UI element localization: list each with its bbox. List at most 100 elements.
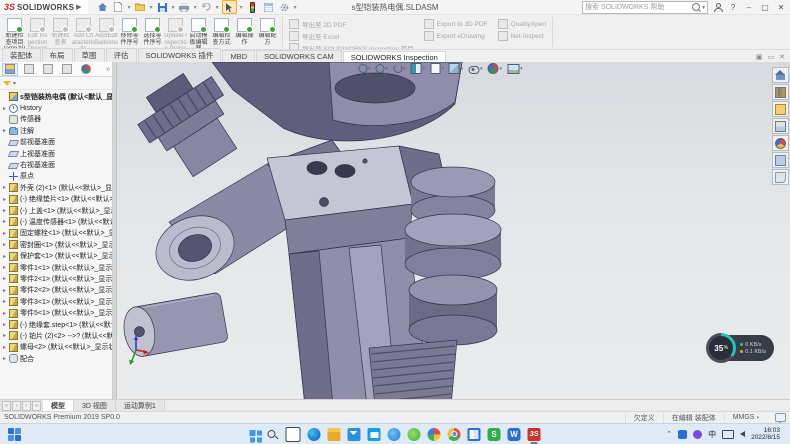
tab-SOLIDWORKS CAM[interactable]: SOLIDWORKS CAM <box>256 50 342 62</box>
select-cursor-icon[interactable] <box>222 0 237 14</box>
open-caret-icon[interactable]: ▾ <box>150 4 153 11</box>
widgets-icon[interactable] <box>8 428 21 441</box>
expander-icon[interactable]: ▸ <box>2 253 7 260</box>
appearances-caret-icon[interactable]: ▾ <box>500 66 503 72</box>
task-view-icon[interactable] <box>286 427 301 442</box>
save-caret-icon[interactable]: ▾ <box>172 4 175 11</box>
file-properties-icon[interactable] <box>262 1 275 13</box>
tree-item[interactable]: ▸(-) 绝缘套.step<1> (默认<<默认> <box>2 319 112 330</box>
expander-icon[interactable]: ▸ <box>2 275 7 282</box>
tree-item[interactable]: ▸零件2<1> (默认<<默认>_显示状态 <box>2 273 112 284</box>
tab-configuration-manager[interactable] <box>40 63 56 76</box>
display-tray-icon[interactable] <box>722 430 734 439</box>
tab-property-manager[interactable] <box>21 63 37 76</box>
hide-show-items-caret-icon[interactable]: ▾ <box>480 66 483 72</box>
ribbon-button-11[interactable]: 编辑配方 <box>256 16 279 48</box>
units-selector[interactable]: MMGS▾ <box>724 414 767 421</box>
tab-草图[interactable]: 草图 <box>74 48 105 62</box>
search-icon[interactable] <box>266 428 279 441</box>
open-icon[interactable] <box>134 1 147 13</box>
doc-restore-icon[interactable]: ▣ <box>756 53 763 61</box>
doc-minimize-icon[interactable]: ▭ <box>768 53 775 61</box>
close-button[interactable]: ✕ <box>776 3 786 12</box>
file-explorer-icon[interactable] <box>328 428 341 441</box>
tab-MBD[interactable]: MBD <box>222 50 255 62</box>
doc-close-icon[interactable]: ✕ <box>779 53 785 61</box>
taskpane-resources-button[interactable] <box>772 67 789 83</box>
restore-button[interactable]: ▢ <box>760 3 770 12</box>
volume-icon[interactable] <box>740 431 745 437</box>
expander-icon[interactable]: ▸ <box>2 218 7 225</box>
previous-view-caret-icon[interactable]: ▾ <box>403 66 406 72</box>
tree-item[interactable]: ▸零件3<1> (默认<<默认>_显示状态 <box>2 296 112 307</box>
tree-item[interactable]: ▸(-) 铂片 (2)<2> -->? (默认<<默认> <box>2 330 112 341</box>
tree-item[interactable]: ▸保护套<1> (默认<<默认>_显示状 <box>2 250 112 261</box>
expander-icon[interactable]: ▸ <box>2 287 7 294</box>
ribbon-button-0[interactable]: 新建检查项目 (amp;N) <box>3 16 26 48</box>
tree-item[interactable]: ▸配合 <box>2 353 112 364</box>
ribbon-button-10[interactable]: 编辑操作 <box>233 16 256 48</box>
appearances-button[interactable]: ▾ <box>488 63 503 74</box>
wps-icon[interactable]: W <box>508 428 521 441</box>
tab-装配体[interactable]: 装配体 <box>2 48 41 62</box>
new-caret-icon[interactable]: ▾ <box>128 4 131 11</box>
tree-item[interactable]: 前视基准面 <box>2 137 112 148</box>
previous-view-button[interactable]: ▾ <box>393 64 406 73</box>
tray-overflow-icon[interactable]: ⌃ <box>666 430 672 438</box>
tree-filter[interactable]: ▾ <box>0 77 112 90</box>
model-tab-0[interactable]: 模型 <box>43 400 74 411</box>
logo-flyout-icon[interactable]: ▶ <box>76 3 81 11</box>
panel-tabs-overflow-icon[interactable]: » <box>106 66 110 73</box>
section-view-caret-icon[interactable]: ▾ <box>423 66 426 72</box>
cad-model[interactable] <box>117 62 790 399</box>
zoom-fit-button[interactable]: ▾ <box>358 64 371 73</box>
taskpane-file-explorer-button[interactable] <box>772 101 789 117</box>
print-icon[interactable] <box>178 1 191 13</box>
expander-icon[interactable]: ▸ <box>2 127 7 134</box>
options-gear-icon[interactable] <box>278 1 291 13</box>
expander-icon[interactable]: ▸ <box>2 230 7 237</box>
new-document-icon[interactable] <box>112 1 125 13</box>
taskpane-appearances-button[interactable] <box>772 135 789 151</box>
edge-icon[interactable] <box>308 428 321 441</box>
ribbon-button-9[interactable]: 编辑检查方式 <box>210 16 233 48</box>
filter-caret-icon[interactable]: ▾ <box>13 80 16 87</box>
tab-display-manager[interactable] <box>78 63 94 76</box>
taskpane-view-palette-button[interactable] <box>772 118 789 134</box>
start-icon[interactable] <box>250 430 256 436</box>
options-caret-icon[interactable]: ▾ <box>294 4 297 11</box>
rebuild-traffic-light-icon[interactable] <box>246 1 259 13</box>
annotations-caret-icon[interactable]: ▾ <box>441 66 444 72</box>
save-icon[interactable] <box>156 1 169 13</box>
expander-icon[interactable]: ▸ <box>2 264 7 271</box>
comments-icon[interactable] <box>775 413 786 422</box>
tab-prev-icon[interactable]: ‹ <box>12 401 21 411</box>
app-green-icon[interactable] <box>408 428 421 441</box>
minimize-button[interactable]: – <box>744 3 754 12</box>
annotations-button[interactable]: ▾ <box>430 63 444 74</box>
solidworks-icon[interactable]: ЗS <box>528 428 541 441</box>
clock[interactable]: 16:03 2022/8/15 <box>751 427 784 442</box>
select-caret-icon[interactable]: ▾ <box>240 4 243 11</box>
solidworks-logo[interactable]: 3S SOLIDWORKS ▶ <box>0 0 88 14</box>
ime-indicator[interactable]: 中 <box>708 429 716 440</box>
expander-icon[interactable]: ▸ <box>2 321 7 328</box>
tab-featuremanager[interactable] <box>2 63 18 76</box>
ribbon-button-8[interactable]: 启动模板编辑器 <box>187 16 210 48</box>
tree-item[interactable]: ▸零件5<1> (默认<<默认>_显示状态 <box>2 307 112 318</box>
app-book-icon[interactable] <box>468 428 481 441</box>
tree-item[interactable]: ▸螺母<2> (默认<<默认>_显示状态 <box>2 342 112 353</box>
search-input[interactable]: 搜索 SOLIDWORKS 帮助 ▾ <box>582 1 708 14</box>
graphics-viewport[interactable]: ▾▾▾▾▾▾▾▾▾ <box>117 62 790 399</box>
tree-item[interactable]: ▸History <box>2 102 112 113</box>
expander-icon[interactable]: ▸ <box>2 298 7 305</box>
tab-last-icon[interactable]: » <box>32 401 41 411</box>
expander-icon[interactable]: ▸ <box>2 207 7 214</box>
tree-item[interactable]: 原点 <box>2 171 112 182</box>
expander-icon[interactable]: ▸ <box>2 105 7 112</box>
store-icon[interactable] <box>368 428 381 441</box>
undo-caret-icon[interactable]: ▾ <box>216 4 219 11</box>
model-tab-1[interactable]: 3D 视图 <box>74 400 116 411</box>
hide-show-items-button[interactable]: ▾ <box>468 64 483 74</box>
zoom-area-button[interactable]: ▾ <box>376 64 389 73</box>
